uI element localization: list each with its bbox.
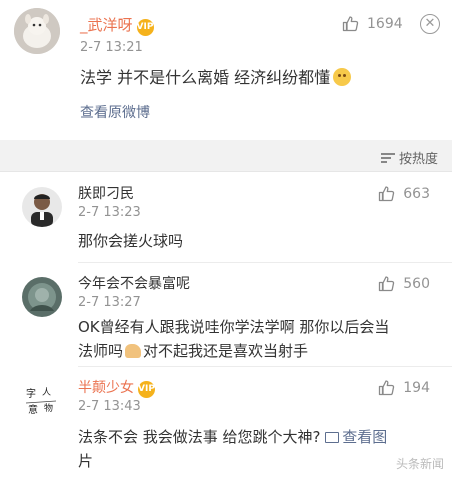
post-like-button[interactable]: 1694 [342,15,403,32]
svg-text:物: 物 [44,402,53,414]
bicep-emoji-icon [125,344,142,358]
comment-timestamp: 2-7 13:43 [78,399,141,414]
post-like-count: 1694 [367,15,403,32]
comment-text: OK曾经有人跟我说哇你学法学啊 那你以后会当 法师吗 对不起我还是喜欢当射手 [78,315,389,363]
sort-by-hot-button[interactable]: 按热度 [380,148,438,167]
vip-badge-icon: VIP [138,381,155,398]
post-text: 法学 并不是什么离婚 经济纠纷都懂 [80,64,352,88]
sort-label: 按热度 [398,152,438,167]
comment-like-count: 663 [403,185,430,202]
comment-text-line: OK曾经有人跟我说哇你学法学啊 那你以后会当 [78,318,390,336]
comment-username[interactable]: 朕即刁民 [78,183,134,203]
svg-text:字: 字 [26,387,36,400]
thumbs-up-icon [379,380,395,396]
comment-text-line: 法师吗 对不起我还是喜欢当射手 [78,342,309,360]
avatar[interactable] [22,187,62,227]
comment-item: 朕即刁民 2-7 13:23 663 那你会搓火球吗 [0,173,452,263]
comment-sort-bar: 按热度 [0,140,452,172]
post-timestamp: 2-7 13:21 [80,40,143,55]
comment-like-button[interactable]: 194 [378,379,430,396]
vip-badge-icon: VIP [136,19,154,36]
avatar[interactable] [14,8,60,54]
comment-username[interactable]: 半颠少女 VIP [78,377,155,398]
thumbs-up-icon [379,186,395,202]
comment-text-line: 片 [78,452,94,470]
view-original-link[interactable]: 查看原微博 [80,102,150,122]
comment-like-button[interactable]: 560 [378,275,430,292]
view-image-link[interactable]: 查看图 [325,428,387,446]
post-username[interactable]: _武洋呀 VIP [80,14,154,36]
comment-text-line: 法条不会 我会做法事 给您跳个大神? 查看图 [78,428,388,446]
comment-timestamp: 2-7 13:27 [78,295,141,310]
close-icon[interactable]: ✕ [420,14,440,34]
svg-text:意: 意 [28,403,38,416]
svg-text:人: 人 [42,387,51,398]
avatar[interactable]: 字 人 意 物 [22,381,62,421]
comment-text: 法条不会 我会做法事 给您跳个大神? 查看图 片 [78,425,387,473]
comment-item: 今年会不会暴富呢 2-7 13:27 560 OK曾经有人跟我说哇你学法学啊 那… [0,263,452,367]
comment-username[interactable]: 今年会不会暴富呢 [78,273,190,293]
comment-like-count: 560 [403,275,430,292]
comment-like-count: 194 [403,379,430,396]
comment-item: 字 人 意 物 半颠少女 VIP 2-7 13:43 194 法条不会 我会做法事… [0,367,452,480]
image-icon [325,432,340,443]
comment-timestamp: 2-7 13:23 [78,205,141,220]
thumbs-up-icon [342,16,359,32]
comment-like-button[interactable]: 663 [378,185,430,202]
sort-icon [380,152,395,164]
smile-emoji-icon [333,68,352,86]
watermark: 头条新闻 [395,457,444,471]
original-post: _武洋呀 VIP 2-7 13:21 1694 ✕ 法学 并不是什么离婚 经济纠纷… [0,0,452,140]
comment-text: 那你会搓火球吗 [78,232,184,250]
thumbs-up-icon [379,276,395,292]
avatar[interactable] [22,277,62,317]
